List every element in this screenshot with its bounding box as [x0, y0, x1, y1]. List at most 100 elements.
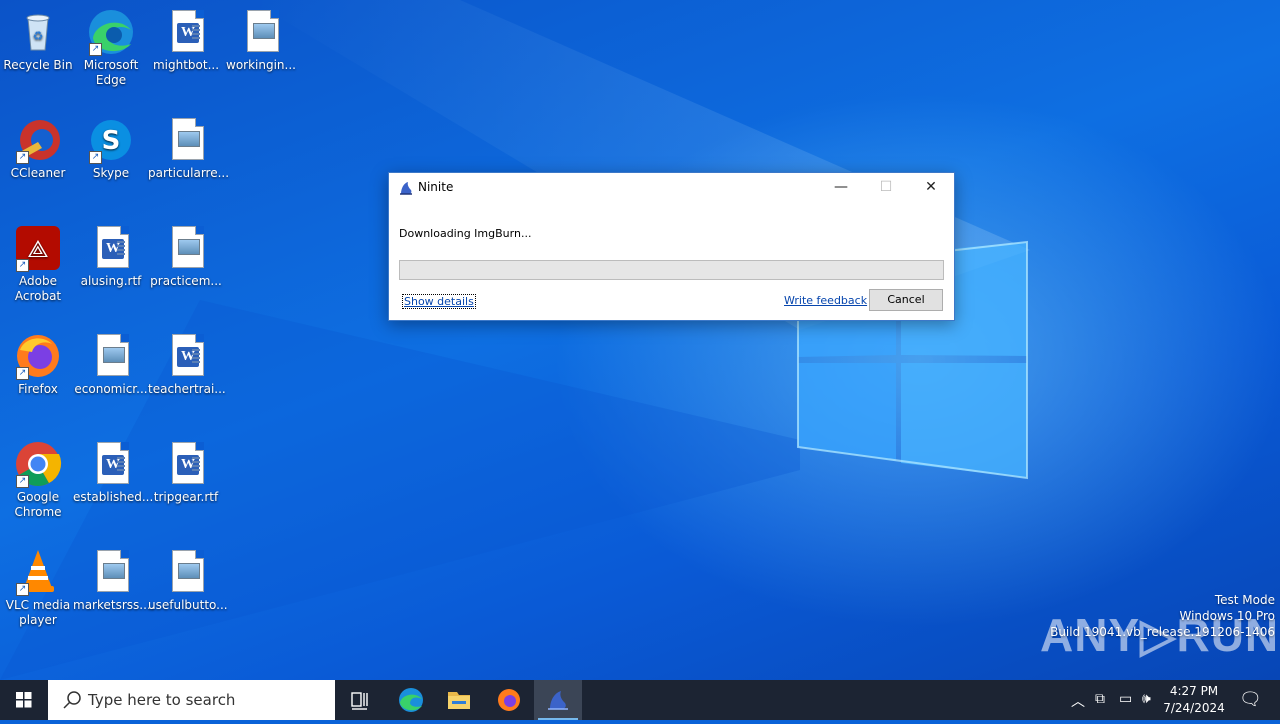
watermark-edition: Windows 10 Pro	[1179, 609, 1275, 623]
desktop-icon-vlc[interactable]: ↗ VLC media player	[0, 548, 76, 628]
desktop-icon-usefulbutto[interactable]: usefulbutto...	[148, 548, 228, 613]
desktop-icon-teachertrai[interactable]: W teachertrai...	[148, 332, 226, 397]
taskbar-search-box[interactable]: Type here to search	[48, 680, 335, 720]
shortcut-arrow-icon: ↗	[16, 259, 29, 272]
action-center-notification-icon[interactable]: 🗨	[1239, 689, 1262, 710]
desktop-icon-label: economicr...	[74, 382, 148, 396]
desktop-icon-label: particularre...	[148, 166, 230, 180]
desktop-icon-adobe-acrobat[interactable]: ⟁ ↗ Adobe Acrobat	[0, 224, 76, 304]
dialog-titlebar[interactable]: Ninite — ☐ ✕	[389, 173, 954, 202]
windows-logo-icon	[16, 692, 32, 708]
clock-date: 7/24/2024	[1163, 701, 1225, 715]
volume-icon[interactable]: 🕪	[1142, 691, 1151, 707]
skype-icon: S ↗	[87, 116, 135, 164]
desktop-icon-label: mightbot...	[152, 58, 220, 72]
show-details-link[interactable]: Show details	[402, 294, 476, 309]
task-view-icon	[351, 692, 368, 710]
desktop-icon-label: VLC media player	[5, 598, 71, 627]
taskbar-firefox[interactable]	[485, 680, 533, 720]
minimize-button[interactable]: —	[818, 173, 864, 202]
shortcut-arrow-icon: ↗	[16, 151, 29, 164]
desktop-icon-label: CCleaner	[10, 166, 66, 180]
image-file-icon	[162, 548, 210, 596]
close-button[interactable]: ✕	[908, 173, 954, 202]
desktop-icon-practicem[interactable]: practicem...	[148, 224, 224, 289]
dialog-title: Ninite	[418, 180, 454, 194]
edge-icon	[399, 688, 423, 712]
taskbar-ninite[interactable]	[534, 680, 582, 720]
desktop-icon-label: usefulbutto...	[148, 598, 228, 612]
desktop-icon-label: practicem...	[150, 274, 222, 288]
adobe-acrobat-icon: ⟁ ↗	[14, 224, 62, 272]
write-feedback-link[interactable]: Write feedback	[784, 294, 867, 307]
download-progress-bar	[399, 260, 944, 280]
desktop-icon-label: Recycle Bin	[3, 58, 73, 72]
desktop-icon-label: Skype	[92, 166, 130, 180]
ninite-dialog: Ninite — ☐ ✕ Downloading ImgBurn... Show…	[388, 172, 955, 321]
desktop-icon-tripgear-rtf[interactable]: W tripgear.rtf	[148, 440, 224, 505]
ninite-app-icon	[548, 691, 568, 710]
desktop-icon-mightbot[interactable]: W mightbot...	[148, 8, 224, 73]
network-devices-icon[interactable]: ⧉	[1095, 691, 1105, 707]
desktop-icon-label: Adobe Acrobat	[14, 274, 62, 303]
desktop-icon-ccleaner[interactable]: ↗ CCleaner	[0, 116, 76, 181]
vlc-icon: ↗	[14, 548, 62, 596]
image-file-icon	[87, 548, 135, 596]
clock-time: 4:27 PM	[1169, 684, 1219, 698]
desktop-icon-particularre[interactable]: particularre...	[148, 116, 230, 181]
taskbar-clock[interactable]: 4:27 PM 7/24/2024	[1163, 683, 1225, 717]
folder-icon	[448, 692, 470, 709]
show-hidden-icons-chevron-icon[interactable]: ︿	[1071, 691, 1085, 711]
desktop-icon-label: tripgear.rtf	[153, 490, 219, 504]
word-document-icon: W	[162, 440, 210, 488]
svg-text:S: S	[102, 126, 121, 156]
image-file-icon	[162, 224, 210, 272]
desktop-icon-workingin[interactable]: workingin...	[223, 8, 299, 73]
desktop-icon-alusing-rtf[interactable]: W alusing.rtf	[73, 224, 149, 289]
image-file-icon	[237, 8, 285, 56]
maximize-button: ☐	[879, 179, 893, 195]
edge-icon: ↗	[87, 8, 135, 56]
desktop-icon-marketsrss[interactable]: marketsrss....	[73, 548, 155, 613]
recycle-bin-icon: ♻	[14, 8, 62, 56]
desktop-icon-economicr[interactable]: economicr...	[73, 332, 149, 397]
desktop-icon-label: alusing.rtf	[80, 274, 142, 288]
shortcut-arrow-icon: ↗	[16, 583, 29, 596]
image-file-icon	[162, 116, 210, 164]
desktop-icon-label: workingin...	[226, 58, 296, 72]
desktop: ♻ Recycle Bin ↗ CCleaner ⟁ ↗ Adobe Acrob…	[0, 0, 1280, 680]
download-status-text: Downloading ImgBurn...	[399, 227, 532, 240]
desktop-icon-google-chrome[interactable]: ↗ Google Chrome	[0, 440, 76, 520]
word-document-icon: W	[87, 440, 135, 488]
shortcut-arrow-icon: ↗	[89, 43, 102, 56]
desktop-icon-label: Firefox	[18, 382, 58, 396]
svg-text:♻: ♻	[33, 29, 44, 43]
desktop-icon-skype[interactable]: S ↗ Skype	[73, 116, 149, 181]
network-icon[interactable]: ▭	[1119, 691, 1132, 707]
taskbar: Type here to search ︿ ⧉ ▭ 🕪 4:27 PM 7/24…	[0, 680, 1280, 720]
search-placeholder: Type here to search	[88, 691, 236, 709]
svg-text:⟁: ⟁	[27, 235, 48, 263]
cancel-button[interactable]: Cancel	[869, 289, 943, 311]
chrome-icon: ↗	[14, 440, 62, 488]
word-document-icon: W	[162, 332, 210, 380]
desktop-icon-label: teachertrai...	[148, 382, 226, 396]
desktop-icon-label: Microsoft Edge	[83, 58, 139, 87]
desktop-icon-firefox[interactable]: ↗ Firefox	[0, 332, 76, 397]
desktop-icon-label: marketsrss....	[73, 598, 155, 612]
watermark-build: Build 19041.vb_release.191206-1406	[1050, 625, 1275, 639]
ccleaner-icon: ↗	[14, 116, 62, 164]
shortcut-arrow-icon: ↗	[89, 151, 102, 164]
desktop-icon-recycle-bin[interactable]: ♻ Recycle Bin	[0, 8, 76, 73]
taskbar-file-explorer[interactable]	[435, 680, 483, 720]
watermark-test-mode: Test Mode	[1214, 593, 1275, 607]
desktop-icon-microsoft-edge[interactable]: ↗ Microsoft Edge	[73, 8, 149, 88]
task-view-button[interactable]	[336, 680, 384, 720]
start-button[interactable]	[0, 680, 48, 720]
word-document-icon: W	[162, 8, 210, 56]
firefox-icon: ↗	[14, 332, 62, 380]
ninite-app-icon	[400, 182, 412, 195]
taskbar-edge[interactable]	[387, 680, 435, 720]
desktop-icon-established[interactable]: W established...	[73, 440, 154, 505]
desktop-icon-label: established...	[73, 490, 154, 504]
